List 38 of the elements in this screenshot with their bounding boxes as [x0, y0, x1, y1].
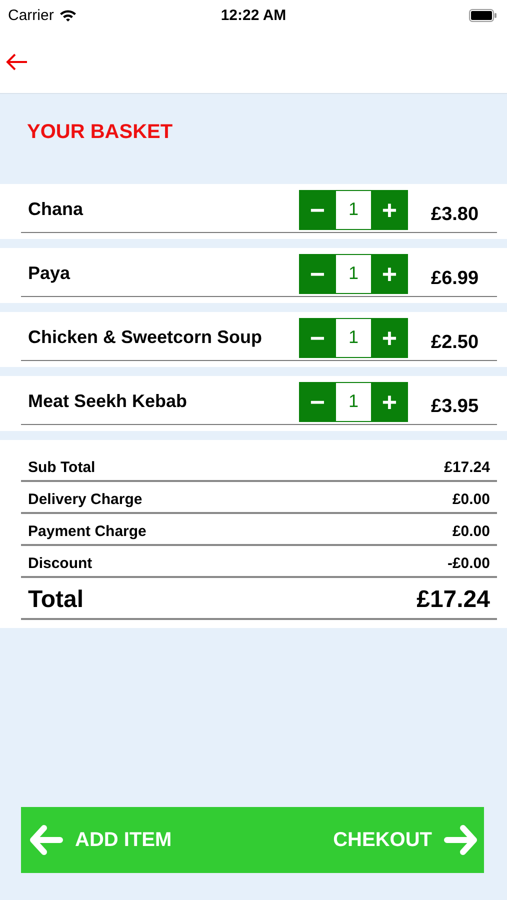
summary-label: Discount	[28, 555, 92, 572]
summary-value: -£0.00	[447, 555, 490, 572]
increase-button[interactable]: +	[371, 382, 408, 422]
item-name: Meat Seekh Kebab	[28, 391, 188, 412]
decrease-button[interactable]: −	[299, 254, 336, 294]
quantity-value: 1	[336, 382, 371, 422]
increase-button[interactable]: +	[371, 190, 408, 230]
item-price: £3.80	[431, 204, 480, 226]
item-name: Chicken & Sweetcorn Soup	[28, 327, 264, 348]
decrease-button[interactable]: −	[299, 382, 336, 422]
item-price: £3.95	[431, 396, 480, 418]
back-arrow-icon[interactable]	[6, 52, 28, 70]
battery-icon	[469, 8, 497, 22]
left-arrow-icon	[29, 823, 63, 857]
decrease-button[interactable]: −	[299, 190, 336, 230]
summary-label: Delivery Charge	[28, 491, 142, 508]
basket-title: YOUR BASKET	[27, 121, 174, 144]
summary-value: £17.24	[416, 586, 490, 614]
decrease-button[interactable]: −	[299, 318, 336, 358]
right-arrow-icon	[444, 823, 478, 857]
summary-label: Payment Charge	[28, 523, 146, 540]
carrier-label: Carrier	[8, 6, 54, 24]
summary-label: Sub Total	[28, 459, 96, 476]
summary-value: £17.24	[444, 459, 490, 476]
increase-button[interactable]: +	[371, 254, 408, 294]
quantity-value: 1	[336, 318, 371, 358]
summary-value: £0.00	[452, 523, 490, 540]
item-name: Paya	[28, 263, 72, 284]
quantity-value: 1	[336, 190, 371, 230]
increase-button[interactable]: +	[371, 318, 408, 358]
wifi-icon	[58, 8, 77, 22]
status-time: 12:22 AM	[220, 6, 286, 24]
item-name: Chana	[28, 199, 84, 220]
quantity-value: 1	[336, 254, 371, 294]
item-price: £2.50	[431, 332, 480, 354]
summary-label: Total	[28, 586, 84, 614]
summary-value: £0.00	[452, 491, 490, 508]
item-price: £6.99	[431, 268, 480, 290]
